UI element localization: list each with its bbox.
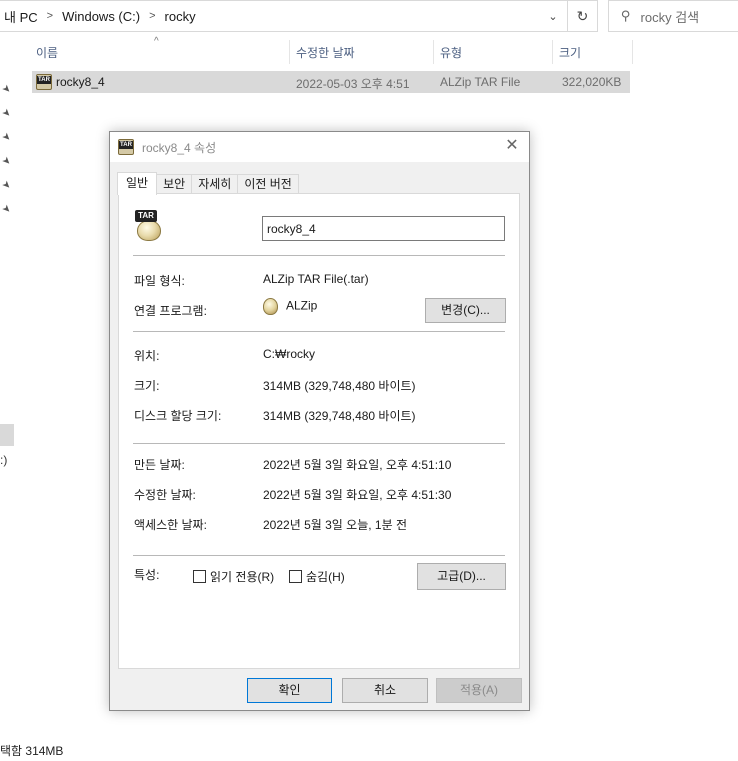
location-label: 위치: — [134, 349, 160, 363]
pin-icon[interactable]: ➤ — [0, 107, 13, 121]
column-header-type-label: 유형 — [440, 45, 463, 60]
table-row[interactable]: rocky8_4 2022-05-03 오후 4:51 ALZip TAR Fi… — [32, 71, 630, 93]
file-type: ALZip TAR File — [440, 75, 521, 89]
tab-previous-versions[interactable]: 이전 버전 — [237, 174, 299, 194]
properties-dialog: rocky8_4 속성 ✕ 일반 보안 자세히 이전 버전 TAR 파일 형식:… — [109, 131, 530, 711]
tar-file-icon — [36, 74, 52, 90]
open-with-label: 연결 프로그램: — [134, 304, 207, 318]
tab-security[interactable]: 보안 — [156, 174, 193, 194]
alzip-app-icon — [263, 298, 278, 315]
search-input[interactable]: ⚲ rocky 검색 — [608, 0, 738, 32]
pin-icon[interactable]: ➤ — [0, 179, 13, 193]
refresh-button[interactable]: ↻ — [567, 1, 597, 31]
checkbox-box[interactable] — [289, 570, 302, 583]
location-value: C:₩rocky — [263, 347, 315, 361]
modified-value: 2022년 5월 3일 화요일, 오후 4:51:30 — [263, 488, 452, 502]
tar-badge: TAR — [135, 210, 157, 222]
chevron-down-icon: ⌄ — [548, 10, 558, 23]
chevron-right-icon[interactable]: > — [47, 10, 53, 22]
dialog-titlebar[interactable]: rocky8_4 속성 ✕ — [110, 132, 529, 162]
alzip-bulb-icon — [137, 220, 161, 241]
open-with-app-name: ALZip — [286, 298, 318, 313]
file-size: 322,020KB — [562, 75, 622, 89]
column-header-size-label: 크기 — [559, 45, 582, 60]
dialog-title: rocky8_4 속성 — [142, 140, 217, 155]
tar-file-large-icon: TAR — [134, 210, 164, 242]
divider — [133, 555, 505, 556]
search-placeholder: rocky 검색 — [640, 9, 700, 25]
readonly-checkbox-label: 읽기 전용(R) — [210, 570, 275, 584]
cancel-button[interactable]: 취소 — [342, 678, 428, 703]
nav-selected-item[interactable] — [0, 424, 14, 446]
ok-button[interactable]: 확인 — [247, 678, 332, 703]
address-dropdown-button[interactable]: ⌄ — [539, 1, 567, 31]
size-label: 크기: — [134, 379, 160, 393]
tab-general[interactable]: 일반 — [117, 172, 158, 195]
size-value: 314MB (329,748,480 바이트) — [263, 379, 416, 393]
checkbox-box[interactable] — [193, 570, 206, 583]
readonly-checkbox[interactable]: 읽기 전용(R) — [193, 568, 274, 585]
divider — [133, 443, 505, 444]
file-type-value: ALZip TAR File(.tar) — [263, 272, 369, 286]
chevron-right-icon[interactable]: > — [149, 10, 155, 22]
hidden-checkbox[interactable]: 숨김(H) — [289, 568, 345, 585]
dialog-tabs: 일반 보안 자세히 이전 버전 — [117, 172, 299, 195]
search-icon: ⚲ — [621, 8, 631, 23]
pin-icon[interactable]: ➤ — [0, 155, 13, 169]
size-on-disk-value: 314MB (329,748,480 바이트) — [263, 409, 416, 423]
column-header-type[interactable]: 유형 — [434, 40, 553, 64]
modified-label: 수정한 날짜: — [134, 488, 196, 502]
divider — [133, 255, 505, 256]
advanced-button[interactable]: 고급(D)... — [417, 563, 506, 590]
created-label: 만든 날짜: — [134, 458, 185, 472]
apply-button[interactable]: 적용(A) — [436, 678, 522, 703]
breadcrumb-item-drive[interactable]: Windows (C:) — [62, 9, 140, 24]
address-bar[interactable]: 내 PC > Windows (C:) > rocky ⌄ ↻ — [0, 0, 598, 32]
open-with-value: ALZip — [263, 298, 317, 315]
tab-details[interactable]: 자세히 — [191, 174, 239, 194]
created-value: 2022년 5월 3일 화요일, 오후 4:51:10 — [263, 458, 452, 472]
attributes-label: 특성: — [134, 568, 160, 582]
file-type-label: 파일 형식: — [134, 274, 185, 288]
change-button[interactable]: 변경(C)... — [425, 298, 506, 323]
size-on-disk-label: 디스크 할당 크기: — [134, 409, 222, 423]
divider — [133, 331, 505, 332]
tar-file-icon — [118, 139, 134, 155]
column-header-modified[interactable]: 수정한 날짜 — [290, 40, 434, 64]
nav-item-fragment[interactable]: :) — [0, 453, 7, 467]
hidden-checkbox-label: 숨김(H) — [306, 570, 345, 584]
accessed-label: 액세스한 날짜: — [134, 518, 207, 532]
column-header-modified-label: 수정한 날짜 — [296, 45, 355, 60]
breadcrumb-item-this-pc[interactable]: 내 PC — [4, 7, 38, 26]
column-header-name[interactable]: 이름 — [30, 40, 290, 64]
refresh-icon: ↻ — [576, 7, 589, 24]
breadcrumb-item-folder[interactable]: rocky — [165, 9, 196, 24]
status-bar-text: 택함 314MB — [0, 744, 64, 758]
filename-input[interactable] — [262, 216, 505, 241]
pin-icon[interactable]: ➤ — [0, 131, 13, 145]
accessed-value: 2022년 5월 3일 오늘, 1분 전 — [263, 518, 408, 532]
file-name: rocky8_4 — [56, 75, 105, 89]
general-tab-panel: TAR 파일 형식: ALZip TAR File(.tar) 연결 프로그램:… — [118, 193, 520, 669]
pin-icon[interactable]: ➤ — [0, 203, 13, 217]
pin-icon[interactable]: ➤ — [0, 83, 13, 97]
breadcrumb: 내 PC > Windows (C:) > rocky — [0, 7, 539, 26]
close-icon[interactable]: ✕ — [503, 137, 521, 155]
file-modified: 2022-05-03 오후 4:51 — [296, 77, 410, 91]
column-header-size[interactable]: 크기 — [553, 40, 633, 64]
column-header-name-label: 이름 — [36, 45, 59, 60]
